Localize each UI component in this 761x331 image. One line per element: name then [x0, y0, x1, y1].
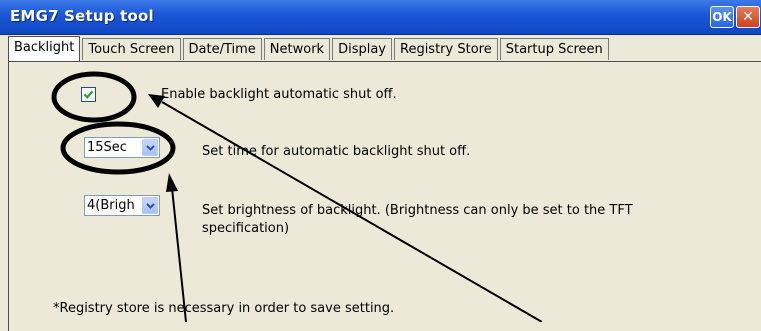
brightness-label-line1: Set brightness of backlight. (Brightness…	[202, 203, 633, 218]
shutoff-time-select[interactable]: 15Sec	[84, 137, 160, 158]
tab-backlight[interactable]: Backlight	[8, 36, 81, 61]
checkmark-icon	[83, 90, 94, 99]
auto-shutoff-checkbox[interactable]	[81, 87, 96, 102]
chevron-down-icon	[146, 145, 155, 151]
auto-shutoff-label: Enable backlight automatic shut off.	[161, 87, 397, 102]
brightness-select[interactable]: 4(Brigh	[84, 195, 160, 216]
shutoff-time-label: Set time for automatic backlight shut of…	[202, 144, 471, 159]
shutoff-time-value: 15Sec	[87, 140, 127, 155]
dropdown-arrow-button[interactable]	[142, 139, 158, 156]
brightness-value: 4(Brigh	[87, 198, 135, 213]
dropdown-arrow-button[interactable]	[142, 197, 158, 214]
chevron-down-icon	[146, 203, 155, 209]
tab-registry-store[interactable]: Registry Store	[394, 38, 498, 60]
brightness-label-line2: specification)	[202, 221, 290, 236]
window-title: EMG7 Setup tool	[10, 7, 154, 25]
tab-strip: Backlight Touch Screen Date/Time Network…	[8, 36, 611, 62]
close-button[interactable]: ✕	[736, 6, 760, 28]
tab-touch-screen[interactable]: Touch Screen	[82, 38, 181, 60]
ok-button[interactable]: OK	[710, 6, 734, 28]
title-bar: EMG7 Setup tool OK ✕	[0, 0, 761, 35]
tab-date-time[interactable]: Date/Time	[182, 38, 262, 60]
tab-display[interactable]: Display	[332, 38, 392, 60]
tab-startup-screen[interactable]: Startup Screen	[499, 38, 609, 60]
tab-network[interactable]: Network	[263, 38, 331, 60]
registry-note: *Registry store is necessary in order to…	[53, 301, 395, 316]
